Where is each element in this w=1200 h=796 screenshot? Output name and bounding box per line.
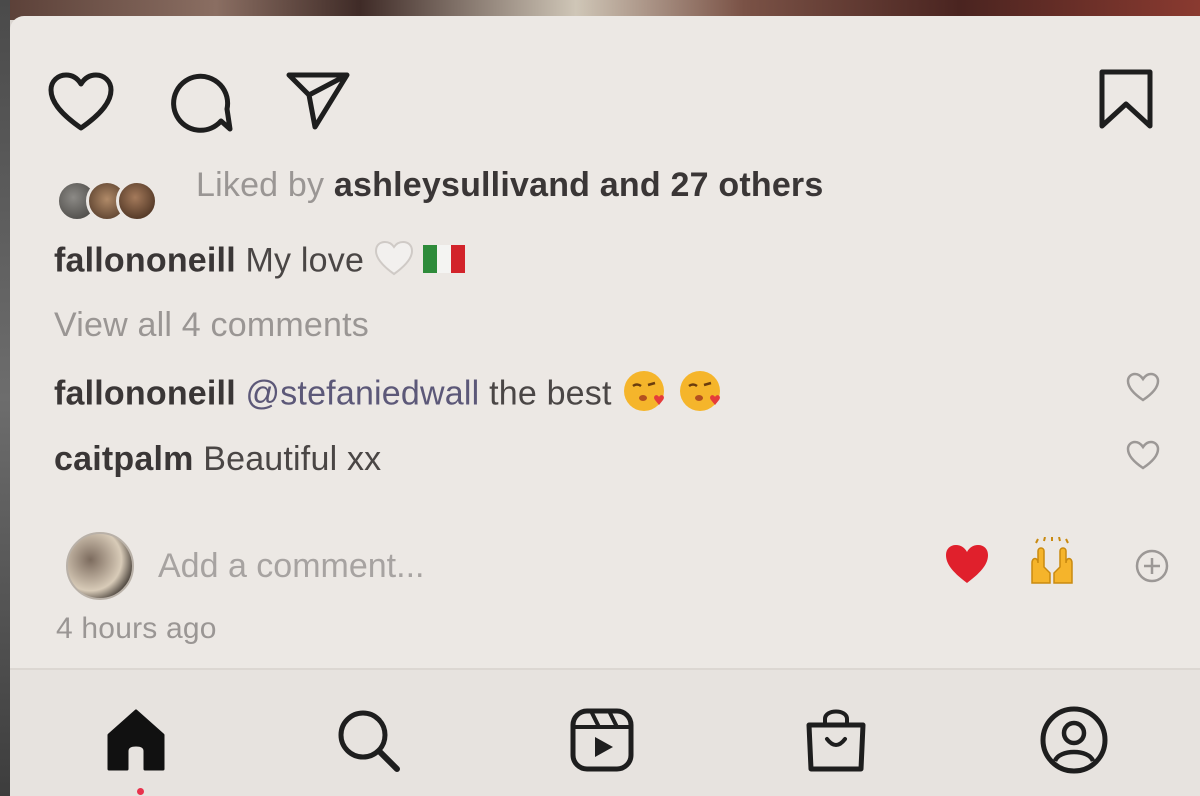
add-comment-row (66, 528, 1176, 604)
likes-summary (56, 176, 186, 226)
likes-and: and (599, 166, 661, 204)
kissing-heart-face-icon (677, 368, 723, 423)
search-icon[interactable] (328, 700, 408, 780)
italy-flag-icon (423, 243, 466, 282)
view-all-comments-link[interactable]: View all 4 comments (54, 306, 369, 345)
likes-prefix: Liked by (196, 166, 325, 204)
comment-item: caitpalm Beautiful xx (54, 440, 381, 479)
reels-icon[interactable] (562, 700, 642, 780)
avatar (116, 180, 158, 222)
comment-username[interactable]: caitpalm (54, 440, 194, 478)
comment-mention[interactable]: @stefaniedwall (246, 374, 480, 412)
add-comment-input[interactable] (158, 538, 918, 594)
red-heart-icon[interactable] (942, 540, 992, 588)
comment-text: the best (489, 374, 612, 413)
avatar (66, 532, 134, 600)
comment-item: fallononeill @stefaniedwall the best (54, 368, 723, 423)
profile-icon[interactable] (1034, 700, 1114, 780)
likes-text[interactable]: Liked by ashleysullivand and 27 others (196, 166, 823, 205)
likes-others[interactable]: 27 others (671, 166, 824, 204)
share-icon[interactable] (284, 68, 352, 132)
comment-icon[interactable] (168, 70, 234, 134)
add-emoji-icon[interactable] (1132, 546, 1172, 586)
device-bezel (0, 0, 10, 796)
caption-text: My love (245, 241, 365, 280)
comment-text: Beautiful xx (203, 440, 382, 478)
bookmark-icon[interactable] (1096, 66, 1156, 132)
bottom-nav (10, 668, 1200, 796)
post-action-bar (46, 66, 1156, 136)
raised-hands-icon[interactable] (1024, 534, 1080, 590)
heart-icon[interactable] (46, 70, 116, 134)
white-heart-icon (374, 240, 414, 285)
liker-avatars (56, 176, 186, 226)
kissing-heart-face-icon (621, 368, 667, 423)
home-icon[interactable] (96, 700, 176, 780)
post-timestamp: 4 hours ago (56, 612, 217, 645)
comment-like-heart-icon[interactable] (1126, 372, 1160, 407)
caption-username[interactable]: fallononeill (54, 241, 236, 279)
comment-username[interactable]: fallononeill (54, 374, 236, 412)
comment-like-heart-icon[interactable] (1126, 440, 1160, 475)
likes-user[interactable]: ashleysullivand (334, 166, 590, 204)
shop-icon[interactable] (796, 700, 876, 780)
notification-dot (137, 788, 144, 795)
caption: fallononeill My love (54, 240, 466, 285)
